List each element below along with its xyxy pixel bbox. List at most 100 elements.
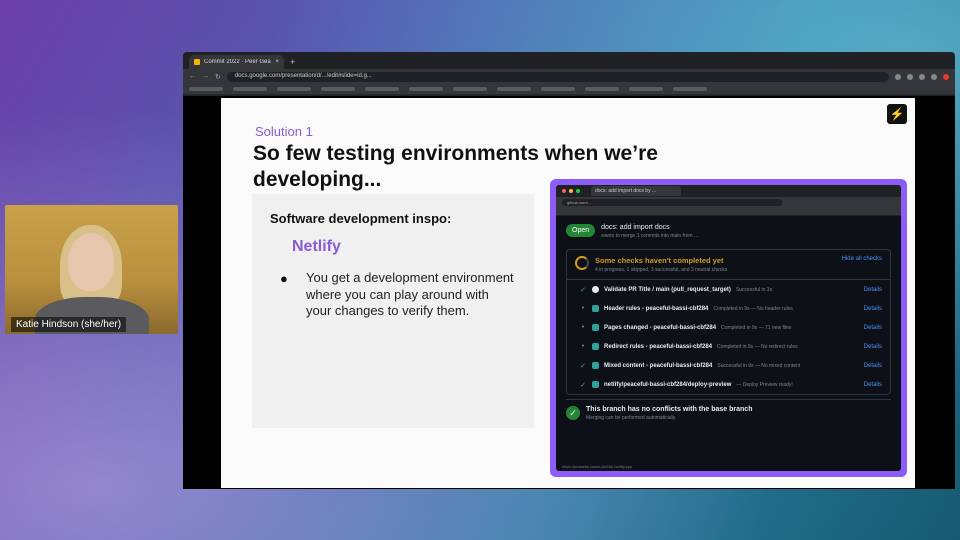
slide: ⚡ Solution 1 So few testing environments… xyxy=(221,98,915,488)
browser-toolbar: ← → ↻ docs.google.com/presentation/d/...… xyxy=(183,69,955,84)
bookmark-item[interactable] xyxy=(365,87,399,91)
check-row: • Pages changed - peaceful-bassi-cbf284 Co… xyxy=(567,318,890,337)
webcam-video: Katie Hindson (she/her) xyxy=(5,205,178,334)
pr-header: Open docs: add import docs wants to merg… xyxy=(556,216,901,243)
mini-toolbar: github.com/... xyxy=(556,197,901,208)
extension-icons xyxy=(895,73,949,80)
checks-box: Some checks haven't completed yet 4 in p… xyxy=(566,249,891,395)
person-face xyxy=(68,233,114,291)
pr-open-badge: Open xyxy=(566,224,596,237)
zoom-icon[interactable] xyxy=(895,73,901,80)
bookmark-item[interactable] xyxy=(497,87,531,91)
bookmark-item[interactable] xyxy=(277,87,311,91)
bookmark-item[interactable] xyxy=(189,87,223,91)
check-details-link: Details xyxy=(863,286,882,293)
star-icon[interactable] xyxy=(919,73,925,80)
hide-checks-link: Hide all checks xyxy=(841,256,882,262)
checks-summary: 4 in progress, 1 skipped, 3 successful, … xyxy=(595,267,728,273)
mini-tab-strip: docs: add import docs by ... xyxy=(556,185,901,197)
presentation-area: ⚡ Solution 1 So few testing environments… xyxy=(183,96,955,489)
minimize-dot-icon xyxy=(569,189,573,193)
tab-strip: Commit 2022 · Peer Gear × + xyxy=(183,52,955,69)
bookmark-item[interactable] xyxy=(453,87,487,91)
check-description: Successful in 9s — No mixed content xyxy=(717,362,801,369)
pr-meta: wants to merge 1 commits into main from … xyxy=(601,233,699,239)
back-icon[interactable]: ← xyxy=(189,73,196,80)
tab-title: Commit 2022 · Peer Gear xyxy=(204,59,272,65)
maximize-dot-icon xyxy=(576,189,580,193)
check-description: Successful in 3s xyxy=(735,286,773,293)
netlify-logo-icon xyxy=(592,381,599,388)
check-name: Mixed content - peaceful-bassi-cbf284 xyxy=(604,362,713,369)
check-row: • Header rules - peaceful-bassi-cbf284 Com… xyxy=(567,299,890,318)
check-description: Completed in 9s — No header rules xyxy=(713,305,793,312)
forward-icon[interactable]: → xyxy=(202,73,209,80)
check-status-icon: ✓ xyxy=(580,286,586,294)
checks-title: Some checks haven't completed yet xyxy=(595,256,724,265)
check-row: • Redirect rules - peaceful-bassi-cbf284 C… xyxy=(567,337,890,356)
check-name: netlify/peaceful-bassi-cbf284/deploy-pre… xyxy=(604,381,732,388)
bookmark-item[interactable] xyxy=(321,87,355,91)
github-logo-icon xyxy=(592,286,599,293)
github-screenshot: docs: add import docs by ... github.com/… xyxy=(550,179,907,477)
check-name: Validate PR Title / main (pull_request_t… xyxy=(604,286,731,293)
bolt-icon[interactable]: ⚡ xyxy=(887,104,907,124)
bookmark-item[interactable] xyxy=(673,87,707,91)
tab-close-icon[interactable]: × xyxy=(275,59,279,65)
solution-label: Solution 1 xyxy=(255,124,313,139)
bookmarks-bar xyxy=(183,84,955,95)
slides-favicon-icon xyxy=(194,59,200,65)
share-icon[interactable] xyxy=(907,73,913,80)
address-bar[interactable]: docs.google.com/presentation/d/.../edit#… xyxy=(226,71,889,82)
check-details-link: Details xyxy=(863,324,882,331)
check-row: ✓ Mixed content - peaceful-bassi-cbf284 Su… xyxy=(567,356,890,375)
check-name: Redirect rules - peaceful-bassi-cbf284 xyxy=(604,343,713,350)
inspo-subheading: Netlify xyxy=(292,238,341,255)
browser-window: Commit 2022 · Peer Gear × + ← → ↻ docs.g… xyxy=(183,52,955,489)
profile-icon[interactable] xyxy=(943,73,949,80)
bookmark-item[interactable] xyxy=(233,87,267,91)
check-status-icon: • xyxy=(581,305,585,312)
netlify-logo-icon xyxy=(592,324,599,331)
browser-tab[interactable]: Commit 2022 · Peer Gear × xyxy=(189,55,284,69)
check-row: ✓ Validate PR Title / main (pull_request_… xyxy=(567,280,890,299)
bullet-icon: ● xyxy=(280,271,288,286)
mini-status-bar: https://peaceful-bassi-cbf284.netlify.ap… xyxy=(562,464,633,469)
check-circle-icon: ✓ xyxy=(566,406,580,420)
extension-icon[interactable] xyxy=(931,73,937,80)
check-description: Completed in 9s — No redirect rules xyxy=(717,343,798,350)
netlify-logo-icon xyxy=(592,305,599,312)
check-name: Pages changed - peaceful-bassi-cbf284 xyxy=(604,324,717,331)
participant-name: Katie Hindson (she/her) xyxy=(11,317,127,332)
check-description: Completed in 9s — 71 new files xyxy=(721,324,792,331)
github-page: docs: add import docs by ... github.com/… xyxy=(556,185,901,471)
mini-tab: docs: add import docs by ... xyxy=(591,186,681,196)
check-details-link: Details xyxy=(863,362,882,369)
check-description: — Deploy Preview ready! xyxy=(736,381,793,388)
inspo-heading: Software development inspo: xyxy=(270,211,452,226)
mini-address-bar: github.com/... xyxy=(562,199,782,206)
check-list: ✓ Validate PR Title / main (pull_request_… xyxy=(567,280,890,394)
bookmark-item[interactable] xyxy=(409,87,443,91)
new-tab-button[interactable]: + xyxy=(290,57,295,67)
checks-header: Some checks haven't completed yet 4 in p… xyxy=(567,250,890,280)
check-details-link: Details xyxy=(863,381,882,388)
netlify-logo-icon xyxy=(592,343,599,350)
check-row: ✓ netlify/peaceful-bassi-cbf284/deploy-pr… xyxy=(567,375,890,394)
check-status-icon: ✓ xyxy=(580,362,586,370)
check-status-icon: • xyxy=(581,324,585,331)
bullet-text: You get a development environment where … xyxy=(306,270,514,318)
close-dot-icon xyxy=(562,189,566,193)
bookmark-item[interactable] xyxy=(629,87,663,91)
bookmark-item[interactable] xyxy=(541,87,575,91)
pending-spinner-icon xyxy=(575,256,589,270)
merge-status: ✓ This branch has no conflicts with the … xyxy=(566,399,891,427)
check-name: Header rules - peaceful-bassi-cbf284 xyxy=(604,305,709,312)
reload-icon[interactable]: ↻ xyxy=(215,73,221,81)
check-details-link: Details xyxy=(863,343,882,350)
mini-bookmarks-bar xyxy=(556,208,901,216)
pr-title: docs: add import docs xyxy=(601,224,670,231)
inspo-panel: Software development inspo: Netlify ● Yo… xyxy=(252,194,534,428)
bookmark-item[interactable] xyxy=(585,87,619,91)
merge-title: This branch has no conflicts with the ba… xyxy=(586,406,753,413)
